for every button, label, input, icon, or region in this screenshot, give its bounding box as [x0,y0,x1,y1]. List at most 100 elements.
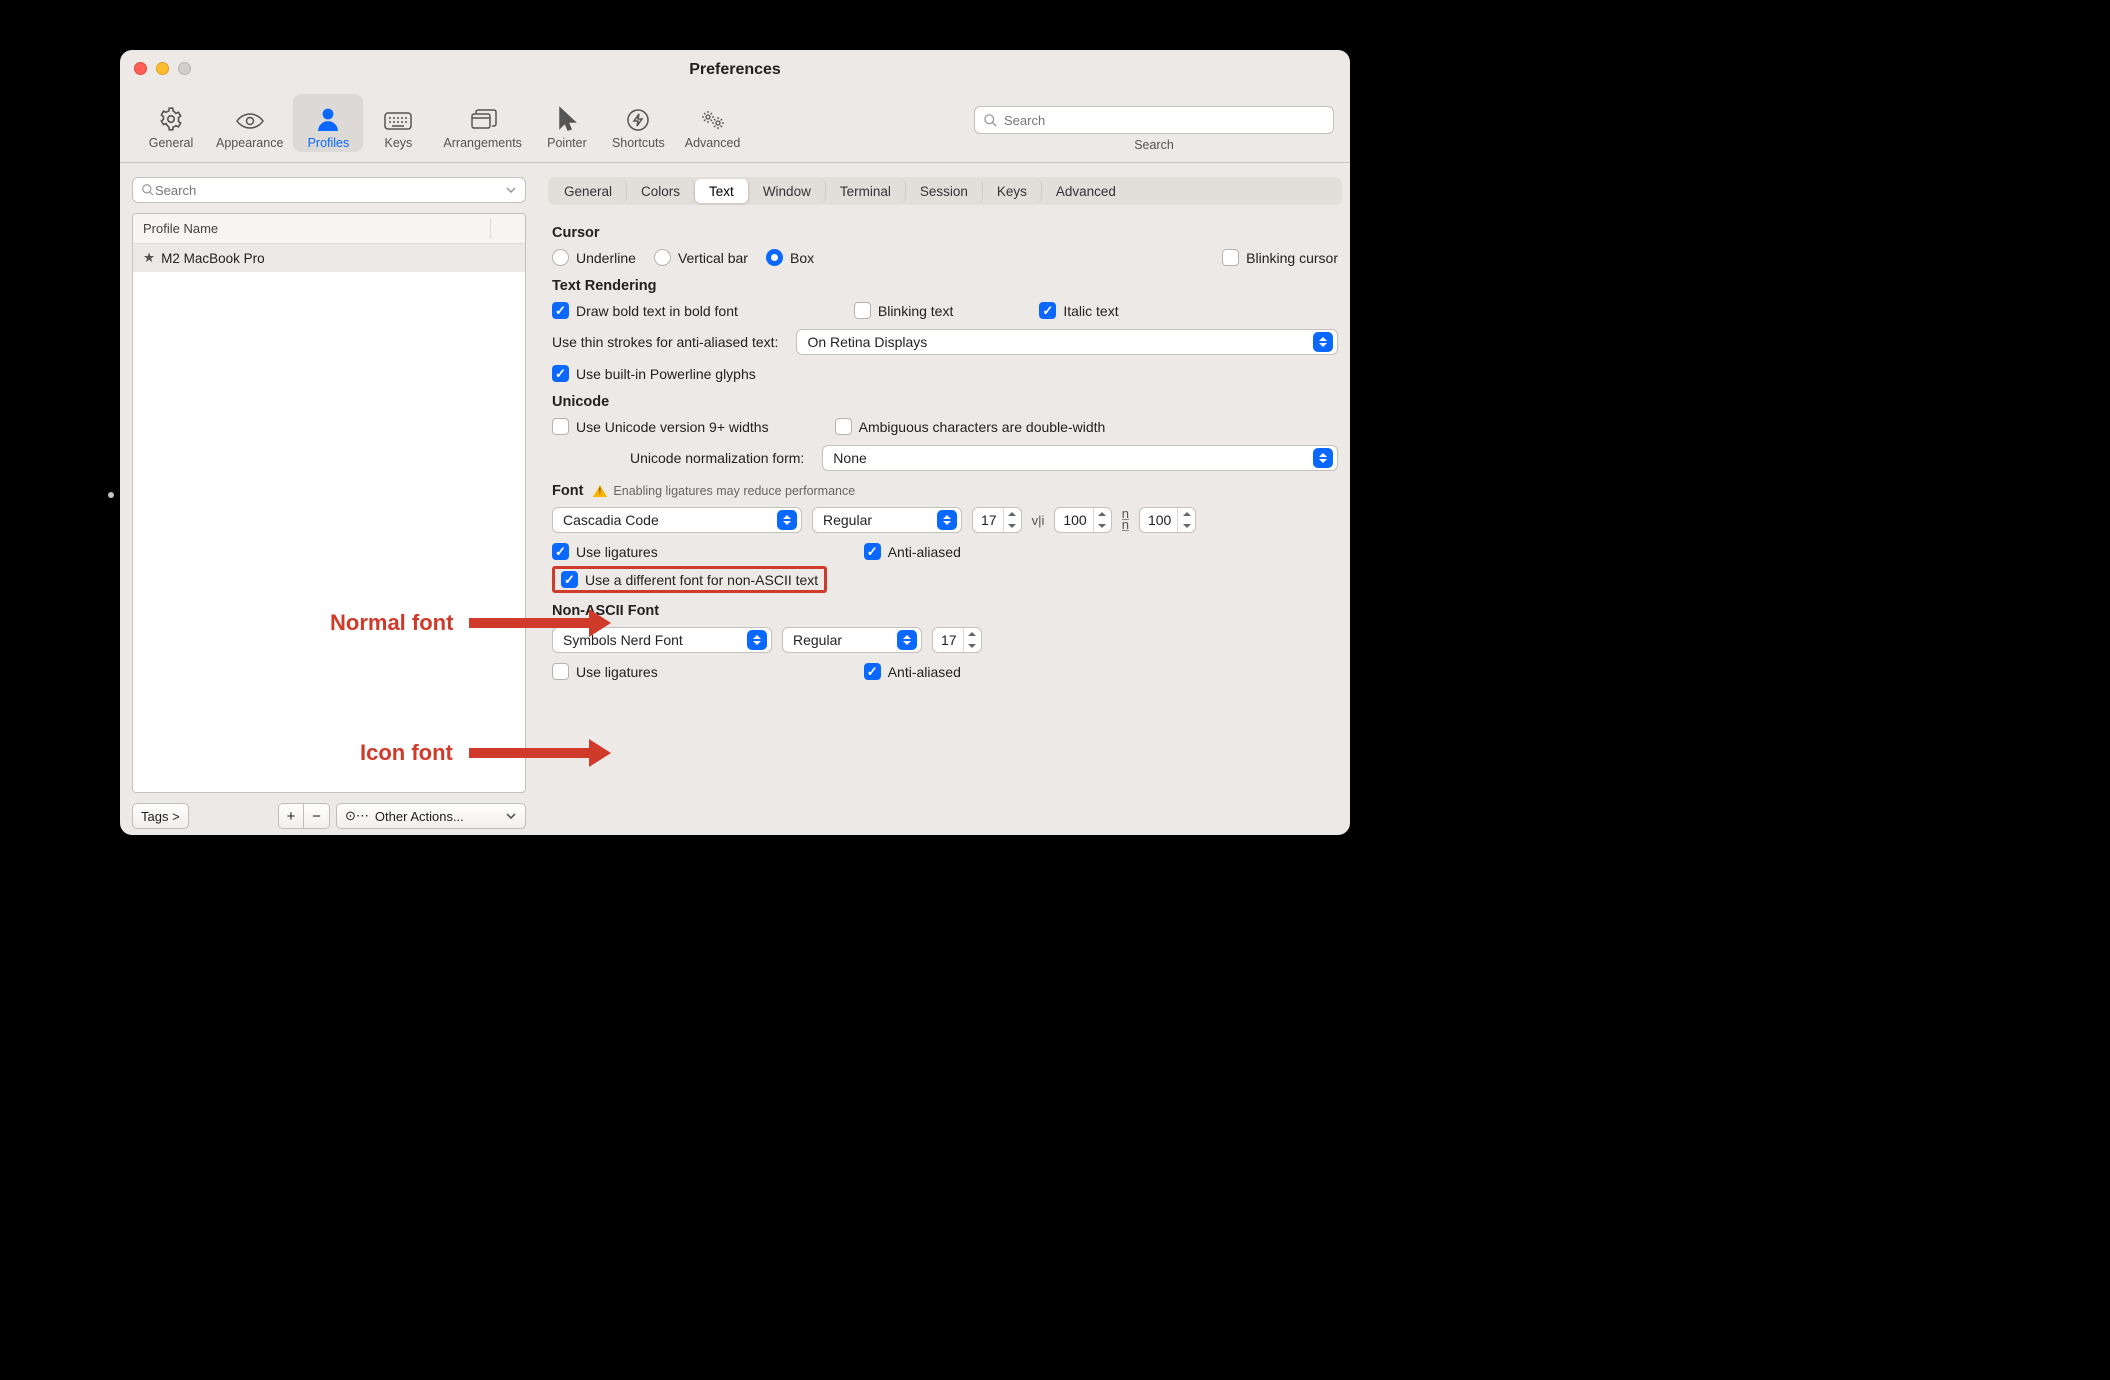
toolbar-label: Arrangements [443,136,522,150]
chk-italic-text[interactable]: Italic text [1039,302,1118,319]
tab-terminal[interactable]: Terminal [826,179,906,203]
window-title: Preferences [689,61,781,79]
input-value: 17 [933,632,963,648]
toolbar-keys[interactable]: Keys [363,94,433,152]
select-value: Cascadia Code [563,512,659,528]
chevron-down-icon[interactable] [505,184,517,196]
settings-content: Cursor Underline Vertical bar Box Blinki… [546,219,1344,690]
toolbar-label: Advanced [685,136,741,150]
toolbar-shortcuts[interactable]: Shortcuts [602,94,675,152]
remove-profile-button[interactable]: − [304,803,330,829]
toolbar-search-label: Search [1134,138,1174,152]
thin-strokes-select[interactable]: On Retina Displays [796,329,1338,355]
settings-panel: General Colors Text Window Terminal Sess… [540,163,1350,835]
tab-keys[interactable]: Keys [983,179,1042,203]
chk-ligatures[interactable]: Use ligatures [552,543,658,560]
chk-antialiased[interactable]: Anti-aliased [864,543,961,560]
toolbar-label: Keys [385,136,413,150]
toolbar-general[interactable]: General [136,94,206,152]
toolbar-appearance[interactable]: Appearance [206,94,293,152]
vspacing-input[interactable]: 100 [1139,507,1196,533]
chevrons-icon [897,630,917,650]
tab-text[interactable]: Text [695,179,749,203]
toolbar-search-input[interactable] [1004,113,1325,128]
section-nonascii: Non-ASCII Font [552,603,1338,619]
stepper[interactable] [1093,508,1111,532]
profile-search-box[interactable] [132,177,526,203]
chevrons-icon [1313,332,1333,352]
preferences-window: Preferences General Appearance Profiles … [120,50,1350,835]
section-font: Font Enabling ligatures may reduce perfo… [552,483,1338,499]
toolbar-search-box[interactable] [974,106,1334,134]
blinking-cursor[interactable]: Blinking cursor [1222,249,1338,266]
body: Profile Name ★ M2 MacBook Pro Tags > + −… [120,163,1350,835]
minimize-icon[interactable] [156,62,169,75]
chk-blinking-text[interactable]: Blinking text [854,302,953,319]
toolbar-advanced[interactable]: Advanced [675,94,751,152]
tab-window[interactable]: Window [749,179,826,203]
resize-handle[interactable] [108,492,114,498]
gears-icon [699,108,727,132]
stepper[interactable] [963,628,981,652]
chk-unicode9[interactable]: Use Unicode version 9+ widths [552,418,769,435]
toolbar-arrangements[interactable]: Arrangements [433,94,532,152]
chk-diff-nonascii[interactable]: Use a different font for non-ASCII text [561,571,818,588]
bolt-circle-icon [626,108,650,132]
close-icon[interactable] [134,62,147,75]
cursor-box[interactable]: Box [766,249,814,266]
tags-button[interactable]: Tags > [132,803,189,829]
stepper[interactable] [1177,508,1195,532]
input-value: 100 [1055,512,1092,528]
eye-icon [235,110,265,132]
select-value: Regular [793,632,842,648]
profiles-bottom-bar: Tags > + − ⊙⋯ Other Actions... [128,803,530,829]
chevrons-icon [777,510,797,530]
chk-draw-bold[interactable]: Draw bold text in bold font [552,302,738,319]
cursor-vertical[interactable]: Vertical bar [654,249,748,266]
window-controls [134,62,191,75]
profile-row[interactable]: ★ M2 MacBook Pro [133,244,525,272]
titlebar: Preferences [120,50,1350,90]
thin-strokes-label: Use thin strokes for anti-aliased text: [552,334,778,350]
profile-search-input[interactable] [155,183,505,198]
profile-tabs: General Colors Text Window Terminal Sess… [548,177,1342,205]
profiles-sidebar: Profile Name ★ M2 MacBook Pro Tags > + −… [120,163,540,835]
profile-name: M2 MacBook Pro [161,251,265,266]
nonascii-family-select[interactable]: Symbols Nerd Font [552,627,772,653]
norm-select[interactable]: None [822,445,1338,471]
zoom-icon[interactable] [178,62,191,75]
search-icon [141,183,155,197]
search-icon [983,113,998,128]
font-family-select[interactable]: Cascadia Code [552,507,802,533]
section-text-rendering: Text Rendering [552,278,1338,294]
stepper[interactable] [1003,508,1021,532]
chk-nonascii-antialiased[interactable]: Anti-aliased [864,663,961,680]
toolbar: General Appearance Profiles Keys Arrange… [120,90,1350,163]
chk-ambiguous[interactable]: Ambiguous characters are double-width [835,418,1106,435]
tab-advanced[interactable]: Advanced [1042,179,1130,203]
font-weight-select[interactable]: Regular [812,507,962,533]
input-value: 100 [1140,512,1177,528]
person-icon [316,106,340,132]
section-unicode: Unicode [552,394,1338,410]
tab-session[interactable]: Session [906,179,983,203]
nonascii-size-input[interactable]: 17 [932,627,982,653]
tab-colors[interactable]: Colors [627,179,695,203]
cursor-underline[interactable]: Underline [552,249,636,266]
hspacing-input[interactable]: 100 [1054,507,1111,533]
profile-table-header[interactable]: Profile Name [133,214,525,244]
warning-icon [593,485,607,497]
nonascii-weight-select[interactable]: Regular [782,627,922,653]
other-actions-select[interactable]: ⊙⋯ Other Actions... [336,803,526,829]
toolbar-profiles[interactable]: Profiles [293,94,363,152]
font-size-input[interactable]: 17 [972,507,1022,533]
add-profile-button[interactable]: + [278,803,304,829]
toolbar-pointer[interactable]: Pointer [532,94,602,152]
chk-nonascii-ligatures[interactable]: Use ligatures [552,663,658,680]
norm-label: Unicode normalization form: [630,450,804,466]
chk-powerline[interactable]: Use built-in Powerline glyphs [552,365,756,382]
select-value: On Retina Displays [807,334,927,350]
chevrons-icon [747,630,767,650]
toolbar-label: Profiles [308,136,350,150]
tab-general[interactable]: General [550,179,627,203]
